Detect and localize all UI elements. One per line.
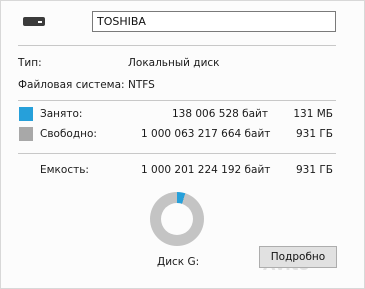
divider bbox=[18, 100, 336, 101]
used-label: Занято: bbox=[40, 108, 83, 120]
divider bbox=[18, 45, 336, 46]
drive-icon bbox=[23, 15, 47, 27]
free-bytes: 1 000 063 217 664 байт bbox=[141, 128, 271, 140]
used-size: 131 МБ bbox=[293, 108, 333, 120]
type-label: Тип: bbox=[18, 57, 42, 69]
disk-label: Диск G: bbox=[157, 256, 200, 268]
filesystem-value: NTFS bbox=[128, 79, 155, 91]
usage-donut-chart bbox=[150, 192, 204, 246]
drive-name-input[interactable] bbox=[92, 11, 336, 32]
free-color-swatch bbox=[19, 127, 33, 141]
properties-panel: Тип: Локальный диск Файловая система: NT… bbox=[0, 0, 365, 289]
type-value: Локальный диск bbox=[128, 57, 220, 69]
details-button[interactable]: Подробно bbox=[259, 246, 337, 268]
used-bytes: 138 006 528 байт bbox=[172, 108, 268, 120]
used-color-swatch bbox=[19, 107, 33, 121]
filesystem-label: Файловая система: bbox=[18, 79, 125, 91]
capacity-bytes: 1 000 201 224 192 байт bbox=[141, 164, 271, 176]
divider bbox=[18, 153, 336, 154]
capacity-label: Емкость: bbox=[40, 164, 89, 176]
free-size: 931 ГБ bbox=[296, 128, 333, 140]
free-label: Свободно: bbox=[40, 128, 97, 140]
capacity-size: 931 ГБ bbox=[296, 164, 333, 176]
